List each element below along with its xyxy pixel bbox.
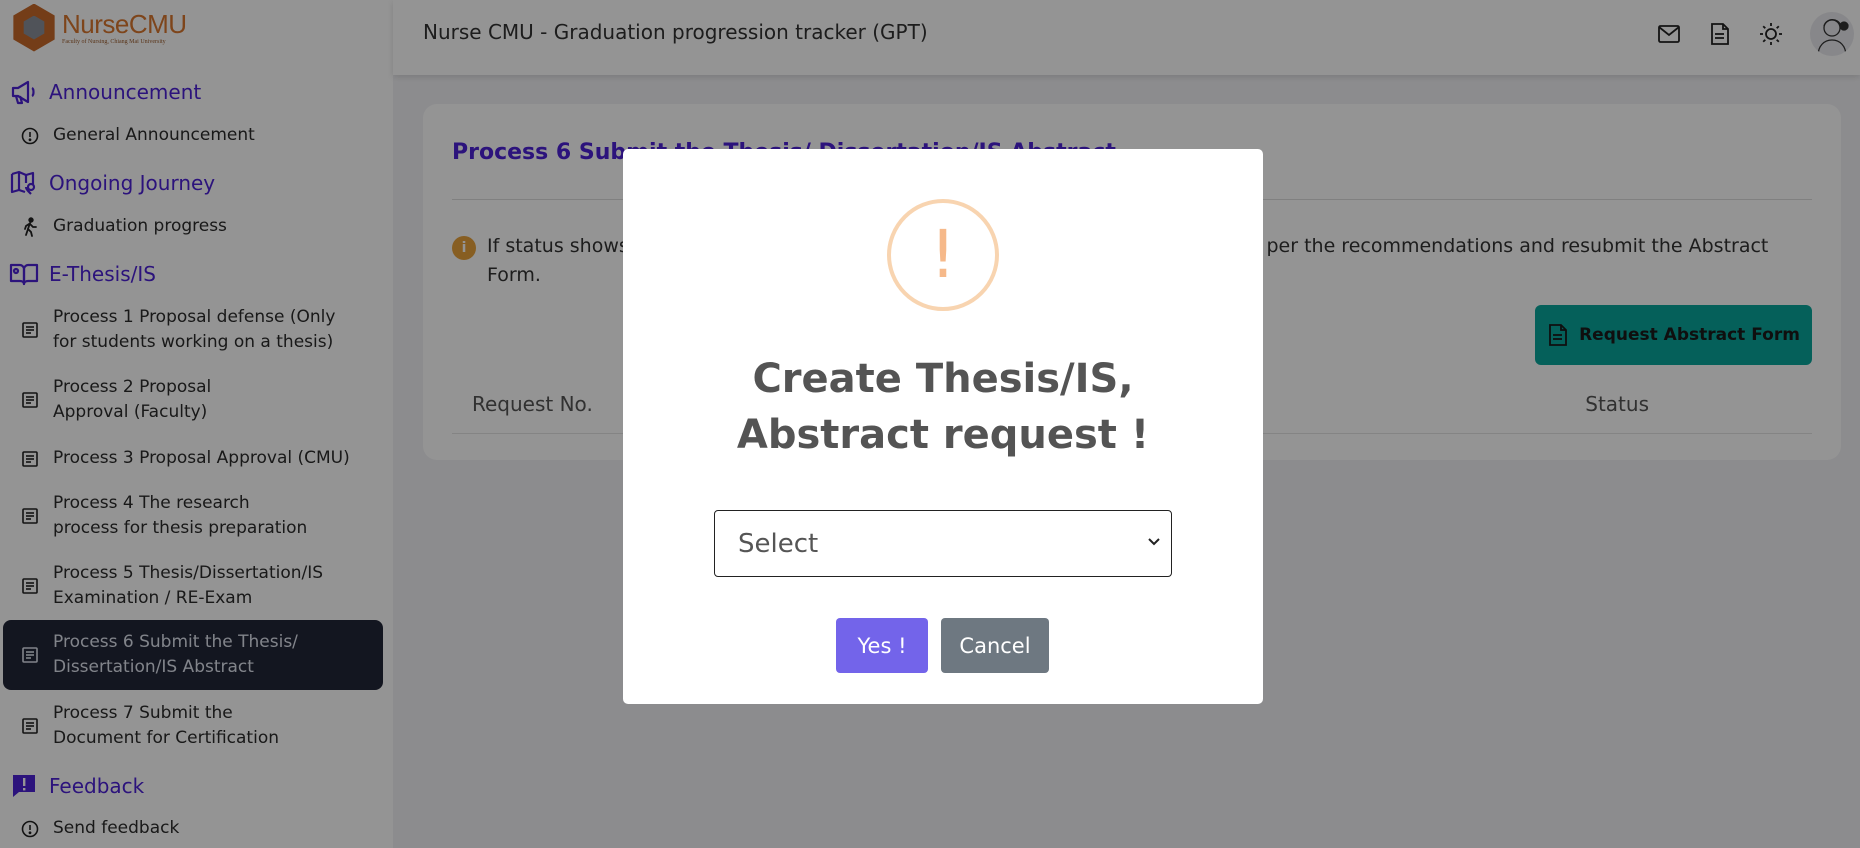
dialog-title: Create Thesis/IS, Abstract request ! bbox=[736, 356, 1150, 458]
warning-icon: ! bbox=[887, 199, 999, 311]
chevron-down-icon bbox=[1147, 535, 1161, 549]
create-request-dialog: ! Create Thesis/IS, Abstract request ! S… bbox=[623, 149, 1263, 704]
confirm-button[interactable]: Yes ! bbox=[836, 618, 928, 673]
cancel-button[interactable]: Cancel bbox=[941, 618, 1049, 673]
request-type-select[interactable]: Select bbox=[714, 510, 1172, 577]
select-value: Select bbox=[738, 528, 819, 559]
